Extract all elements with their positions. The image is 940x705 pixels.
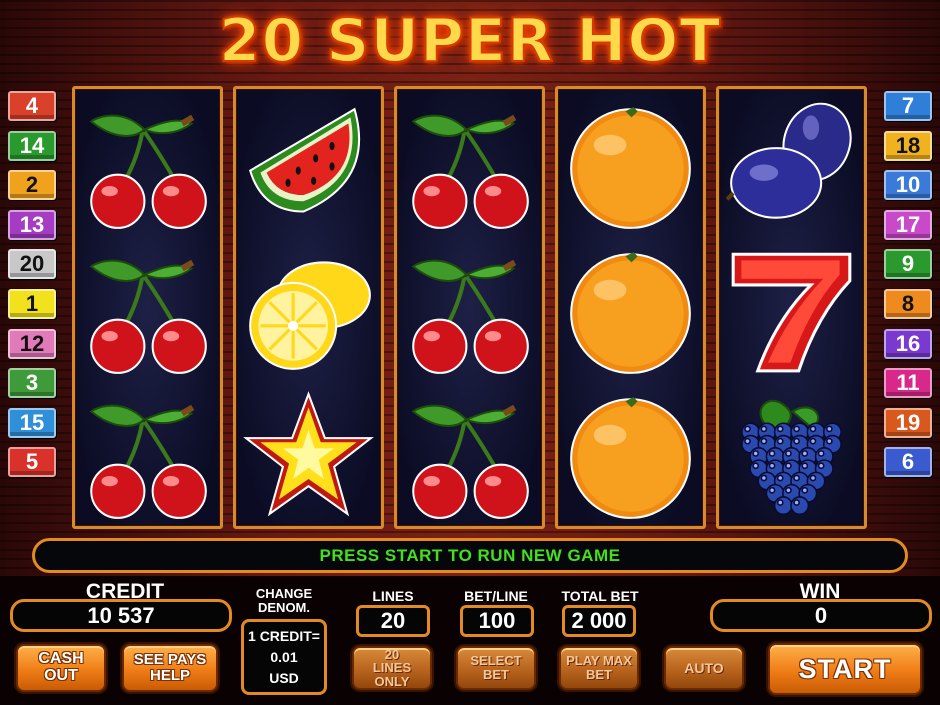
right-line-tag: 7 <box>884 91 932 121</box>
left-line-tag: 4 <box>8 91 56 121</box>
see-pays-help-button[interactable]: SEE PAYS HELP <box>122 644 218 692</box>
select-bet-button[interactable]: SELECT BET <box>456 646 536 690</box>
win-display: 0 <box>710 599 932 632</box>
denom-line-2: 0.01 <box>270 648 298 665</box>
left-line-tag: 3 <box>8 368 56 399</box>
cherries-symbol <box>411 259 529 374</box>
play-max-bet-button[interactable]: PLAY MAX BET <box>559 646 639 690</box>
plums-symbol <box>725 102 852 219</box>
right-line-tag: 11 <box>884 368 932 399</box>
right-line-tag: 19 <box>884 407 932 438</box>
message-text: PRESS START TO RUN NEW GAME <box>319 545 621 565</box>
left-line-tag: 5 <box>8 447 56 478</box>
right-line-tags: 7 18 10 17 9 8 16 11 19 6 <box>884 91 932 487</box>
auto-button[interactable]: AUTO <box>664 646 744 690</box>
lines-only-button[interactable]: 20 LINES ONLY <box>352 646 432 690</box>
left-line-tag: 14 <box>8 130 56 161</box>
right-line-tag: 8 <box>884 288 932 319</box>
right-line-tag: 17 <box>884 209 932 240</box>
total-bet-value: 2 000 <box>571 608 627 633</box>
left-line-tags: 4 14 2 13 20 1 12 3 15 5 <box>8 91 56 487</box>
orange-symbol <box>570 397 691 519</box>
cherries-symbol <box>89 404 207 519</box>
bet-line-display: 100 <box>460 605 534 637</box>
reel-4 <box>555 86 706 529</box>
bet-line-value: 100 <box>478 608 516 633</box>
left-line-tag: 20 <box>8 249 56 280</box>
cash-out-button[interactable]: CASH OUT <box>16 644 106 692</box>
star-symbol <box>243 391 374 517</box>
denom-line-1: 1 CREDIT= <box>248 627 320 644</box>
lines-label: LINES <box>372 588 414 604</box>
cherries-symbol <box>89 259 207 374</box>
denom-line-3: USD <box>269 670 299 687</box>
win-value: 0 <box>814 602 828 628</box>
total-bet-display: 2 000 <box>562 605 636 637</box>
credit-display: 10 537 <box>10 599 232 632</box>
cherries-symbol <box>89 114 207 229</box>
message-bar: PRESS START TO RUN NEW GAME <box>32 538 908 573</box>
orange-symbol <box>570 252 691 374</box>
right-line-tag: 16 <box>884 328 932 359</box>
change-denom-label[interactable]: CHANGE DENOM. <box>236 586 332 616</box>
reel-1 <box>72 86 223 529</box>
game-title: 20 SUPER HOT <box>218 5 722 77</box>
right-line-tag: 10 <box>884 170 932 201</box>
slot-game: 20 SUPER HOT 4 14 2 13 20 1 12 3 15 5 7 18 10 17 9 8 16… <box>0 0 940 705</box>
left-line-tag: 13 <box>8 209 56 240</box>
grapes-symbol <box>741 399 842 516</box>
cherries-symbol <box>411 404 529 519</box>
reel-5 <box>716 86 867 529</box>
lines-display: 20 <box>356 605 430 637</box>
left-line-tag: 2 <box>8 170 56 201</box>
lemon-symbol <box>249 261 371 370</box>
cherries-symbol <box>411 114 529 229</box>
reel-3 <box>394 86 545 529</box>
total-bet-label: TOTAL BET <box>561 588 639 604</box>
reel-2 <box>233 86 384 529</box>
right-line-tag: 18 <box>884 130 932 161</box>
left-line-tag: 15 <box>8 407 56 438</box>
watermelon-symbol <box>248 107 361 213</box>
left-line-tag: 12 <box>8 328 56 359</box>
right-line-tag: 6 <box>884 447 932 478</box>
seven-symbol <box>731 252 852 373</box>
orange-symbol <box>570 107 691 229</box>
start-button[interactable]: START <box>768 643 922 695</box>
right-line-tag: 9 <box>884 249 932 280</box>
lines-value: 20 <box>380 608 406 633</box>
credit-value: 10 537 <box>87 602 155 628</box>
denomination-display[interactable]: 1 CREDIT= 0.01 USD <box>241 619 327 695</box>
left-line-tag: 1 <box>8 288 56 319</box>
bet-line-label: BET/LINE <box>464 588 528 604</box>
